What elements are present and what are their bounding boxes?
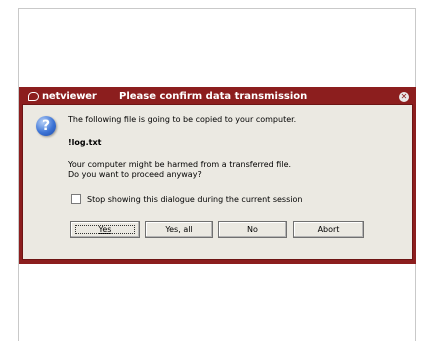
yes-button[interactable]: Yes [70,221,140,238]
warning-line-2: Do you want to proceed anyway? [68,170,202,179]
stop-showing-label[interactable]: Stop showing this dialogue during the cu… [87,195,302,204]
warning-line-1: Your computer might be harmed from a tra… [68,160,292,169]
netviewer-logo-icon [28,92,39,101]
yes-all-button[interactable]: Yes, all [145,221,213,238]
confirm-transmission-dialog: netviewer Please confirm data transmissi… [19,87,416,264]
abort-button-label: Abort [317,225,340,234]
no-button-label: No [247,225,258,234]
warning-message: Your computer might be harmed from a tra… [68,160,291,180]
question-icon: ? [36,116,56,136]
close-icon[interactable]: ✕ [399,92,409,102]
focus-rectangle [75,225,135,234]
dialog-title: Please confirm data transmission [119,91,308,102]
stop-showing-option[interactable]: Stop showing this dialogue during the cu… [71,194,302,204]
message-intro: The following file is going to be copied… [68,115,297,124]
dialog-body: ? The following file is going to be copi… [22,104,413,260]
netviewer-logo: netviewer [28,89,97,104]
yes-all-button-label: Yes, all [165,225,193,234]
stop-showing-checkbox[interactable] [71,194,81,204]
filename-label: !log.txt [68,138,102,147]
logo-text: netviewer [42,91,97,102]
no-button[interactable]: No [218,221,287,238]
dialog-titlebar[interactable]: netviewer Please confirm data transmissi… [22,89,413,104]
abort-button[interactable]: Abort [293,221,364,238]
